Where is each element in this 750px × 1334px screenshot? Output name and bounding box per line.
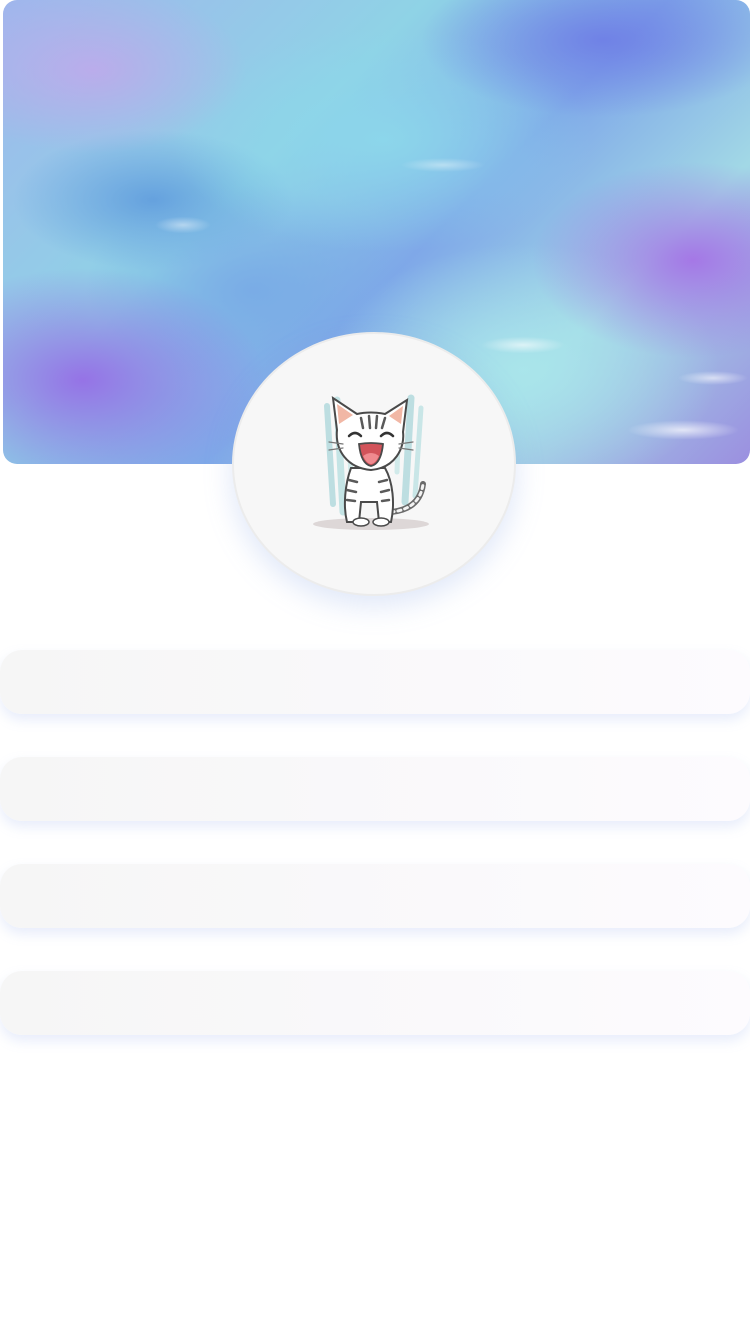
profile-page xyxy=(0,0,750,1334)
menu-row[interactable] xyxy=(0,971,750,1035)
singing-kitten-icon xyxy=(313,394,429,530)
menu-row[interactable] xyxy=(0,757,750,821)
avatar[interactable] xyxy=(232,332,516,596)
menu-row[interactable] xyxy=(0,864,750,928)
menu-row[interactable] xyxy=(0,650,750,714)
